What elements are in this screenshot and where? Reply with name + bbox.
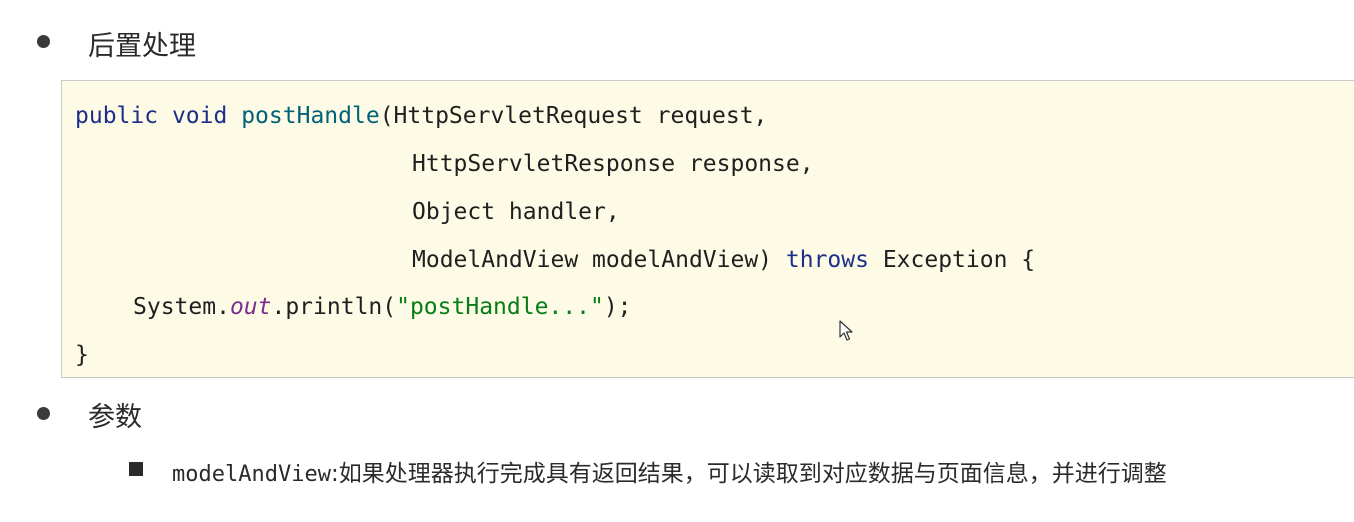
param-description: :如果处理器执行完成具有返回结果，可以读取到对应数据与页面信息，并进行调整: [330, 461, 1167, 487]
code-line-4: ModelAndView modelAndView) throws Except…: [412, 247, 1035, 273]
code-line-1: public void postHandle(HttpServletReques…: [75, 103, 767, 129]
slide-page: 后置处理 public void postHandle(HttpServletR…: [0, 0, 1354, 522]
method-name: postHandle: [241, 103, 380, 129]
code-line-6: }: [75, 342, 89, 368]
mouse-pointer-icon: [839, 320, 853, 341]
code-call-end: );: [603, 294, 632, 320]
section-heading-post-handle: 后置处理: [88, 31, 196, 62]
code-params-start: (HttpServletRequest request,: [379, 103, 768, 129]
keyword-throws: throws: [785, 247, 869, 273]
code-block: public void postHandle(HttpServletReques…: [61, 80, 1354, 378]
code-out-field: out: [229, 294, 272, 320]
keyword-void: void: [171, 103, 228, 129]
code-exception: Exception {: [868, 247, 1036, 273]
section-heading-params: 参数: [88, 402, 142, 433]
code-line-5: System.out.println("postHandle...");: [133, 294, 632, 320]
code-println: .println(: [271, 294, 397, 320]
param-name: modelAndView: [172, 462, 331, 487]
code-params-end: ModelAndView modelAndView): [412, 247, 786, 273]
bullet-dot-icon: [37, 407, 50, 420]
square-bullet-icon: [129, 462, 143, 476]
code-string-literal: "postHandle...": [396, 294, 604, 320]
code-system: System.: [133, 294, 230, 320]
bullet-dot-icon: [37, 35, 50, 48]
code-line-2: HttpServletResponse response,: [412, 151, 814, 177]
param-description-row: modelAndView:如果处理器执行完成具有返回结果，可以读取到对应数据与页…: [172, 454, 1167, 488]
keyword-public: public: [75, 103, 159, 129]
code-line-3: Object handler,: [412, 199, 620, 225]
